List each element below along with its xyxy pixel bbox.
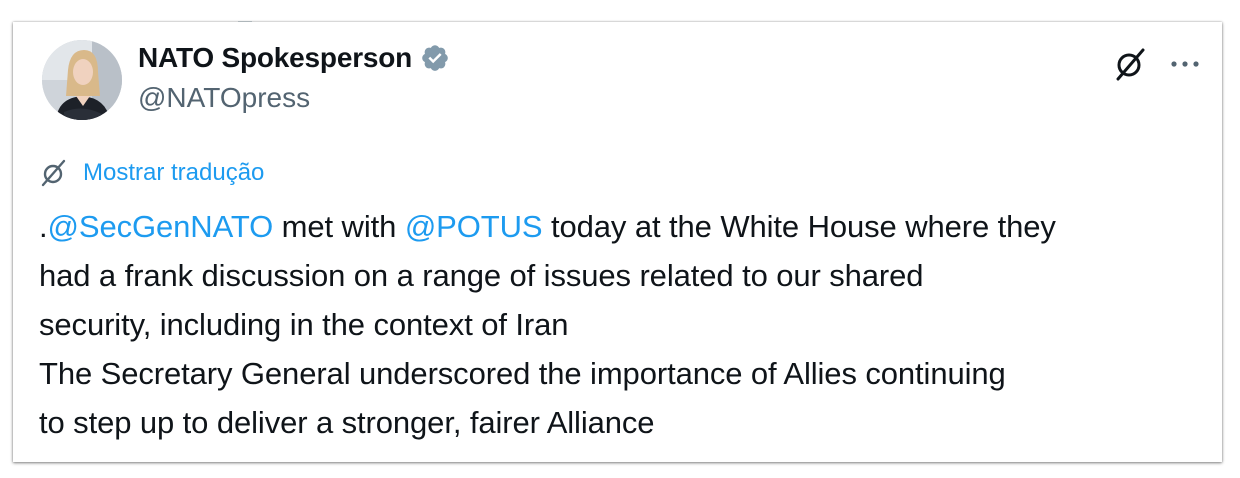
tweet-text-segment: met with xyxy=(273,209,405,244)
avatar[interactable] xyxy=(42,40,122,120)
author-handle[interactable]: @NATOpress xyxy=(138,82,310,114)
tweet-line-5: to step up to deliver a stronger, fairer… xyxy=(39,405,655,440)
tweet-line-2: had a frank discussion on a range of iss… xyxy=(39,258,924,293)
verified-badge-icon[interactable] xyxy=(420,43,450,73)
grok-icon xyxy=(41,159,66,187)
tweet-text-segment: . xyxy=(39,209,48,244)
mention-secgennato-link[interactable]: @SecGenNATO xyxy=(48,209,274,244)
tweet-card: NATO Spokesperson @NATOpress Mostrar tra… xyxy=(13,22,1222,462)
mention-potus-link[interactable]: @POTUS xyxy=(405,209,543,244)
tweet-line-4: The Secretary General underscored the im… xyxy=(39,356,1006,391)
show-translation-label[interactable]: Mostrar tradução xyxy=(83,159,264,187)
tweet-line-1: .@SecGenNATO met with @POTUS today at th… xyxy=(39,202,1217,251)
show-translation-link[interactable]: Mostrar tradução xyxy=(39,156,264,190)
tweet-text: .@SecGenNATO met with @POTUS today at th… xyxy=(39,202,1217,447)
display-name[interactable]: NATO Spokesperson xyxy=(138,42,412,74)
tweet-text-segment: today at the White House where they xyxy=(542,209,1056,244)
more-options-button[interactable] xyxy=(1163,44,1207,84)
grok-icon xyxy=(1116,48,1145,81)
avatar-image xyxy=(42,40,122,120)
grok-button[interactable] xyxy=(1110,44,1150,84)
more-options-icon xyxy=(1171,61,1199,67)
tweet-line-3: security, including in the context of Ir… xyxy=(39,307,569,342)
author-name-row[interactable]: NATO Spokesperson xyxy=(138,40,450,76)
